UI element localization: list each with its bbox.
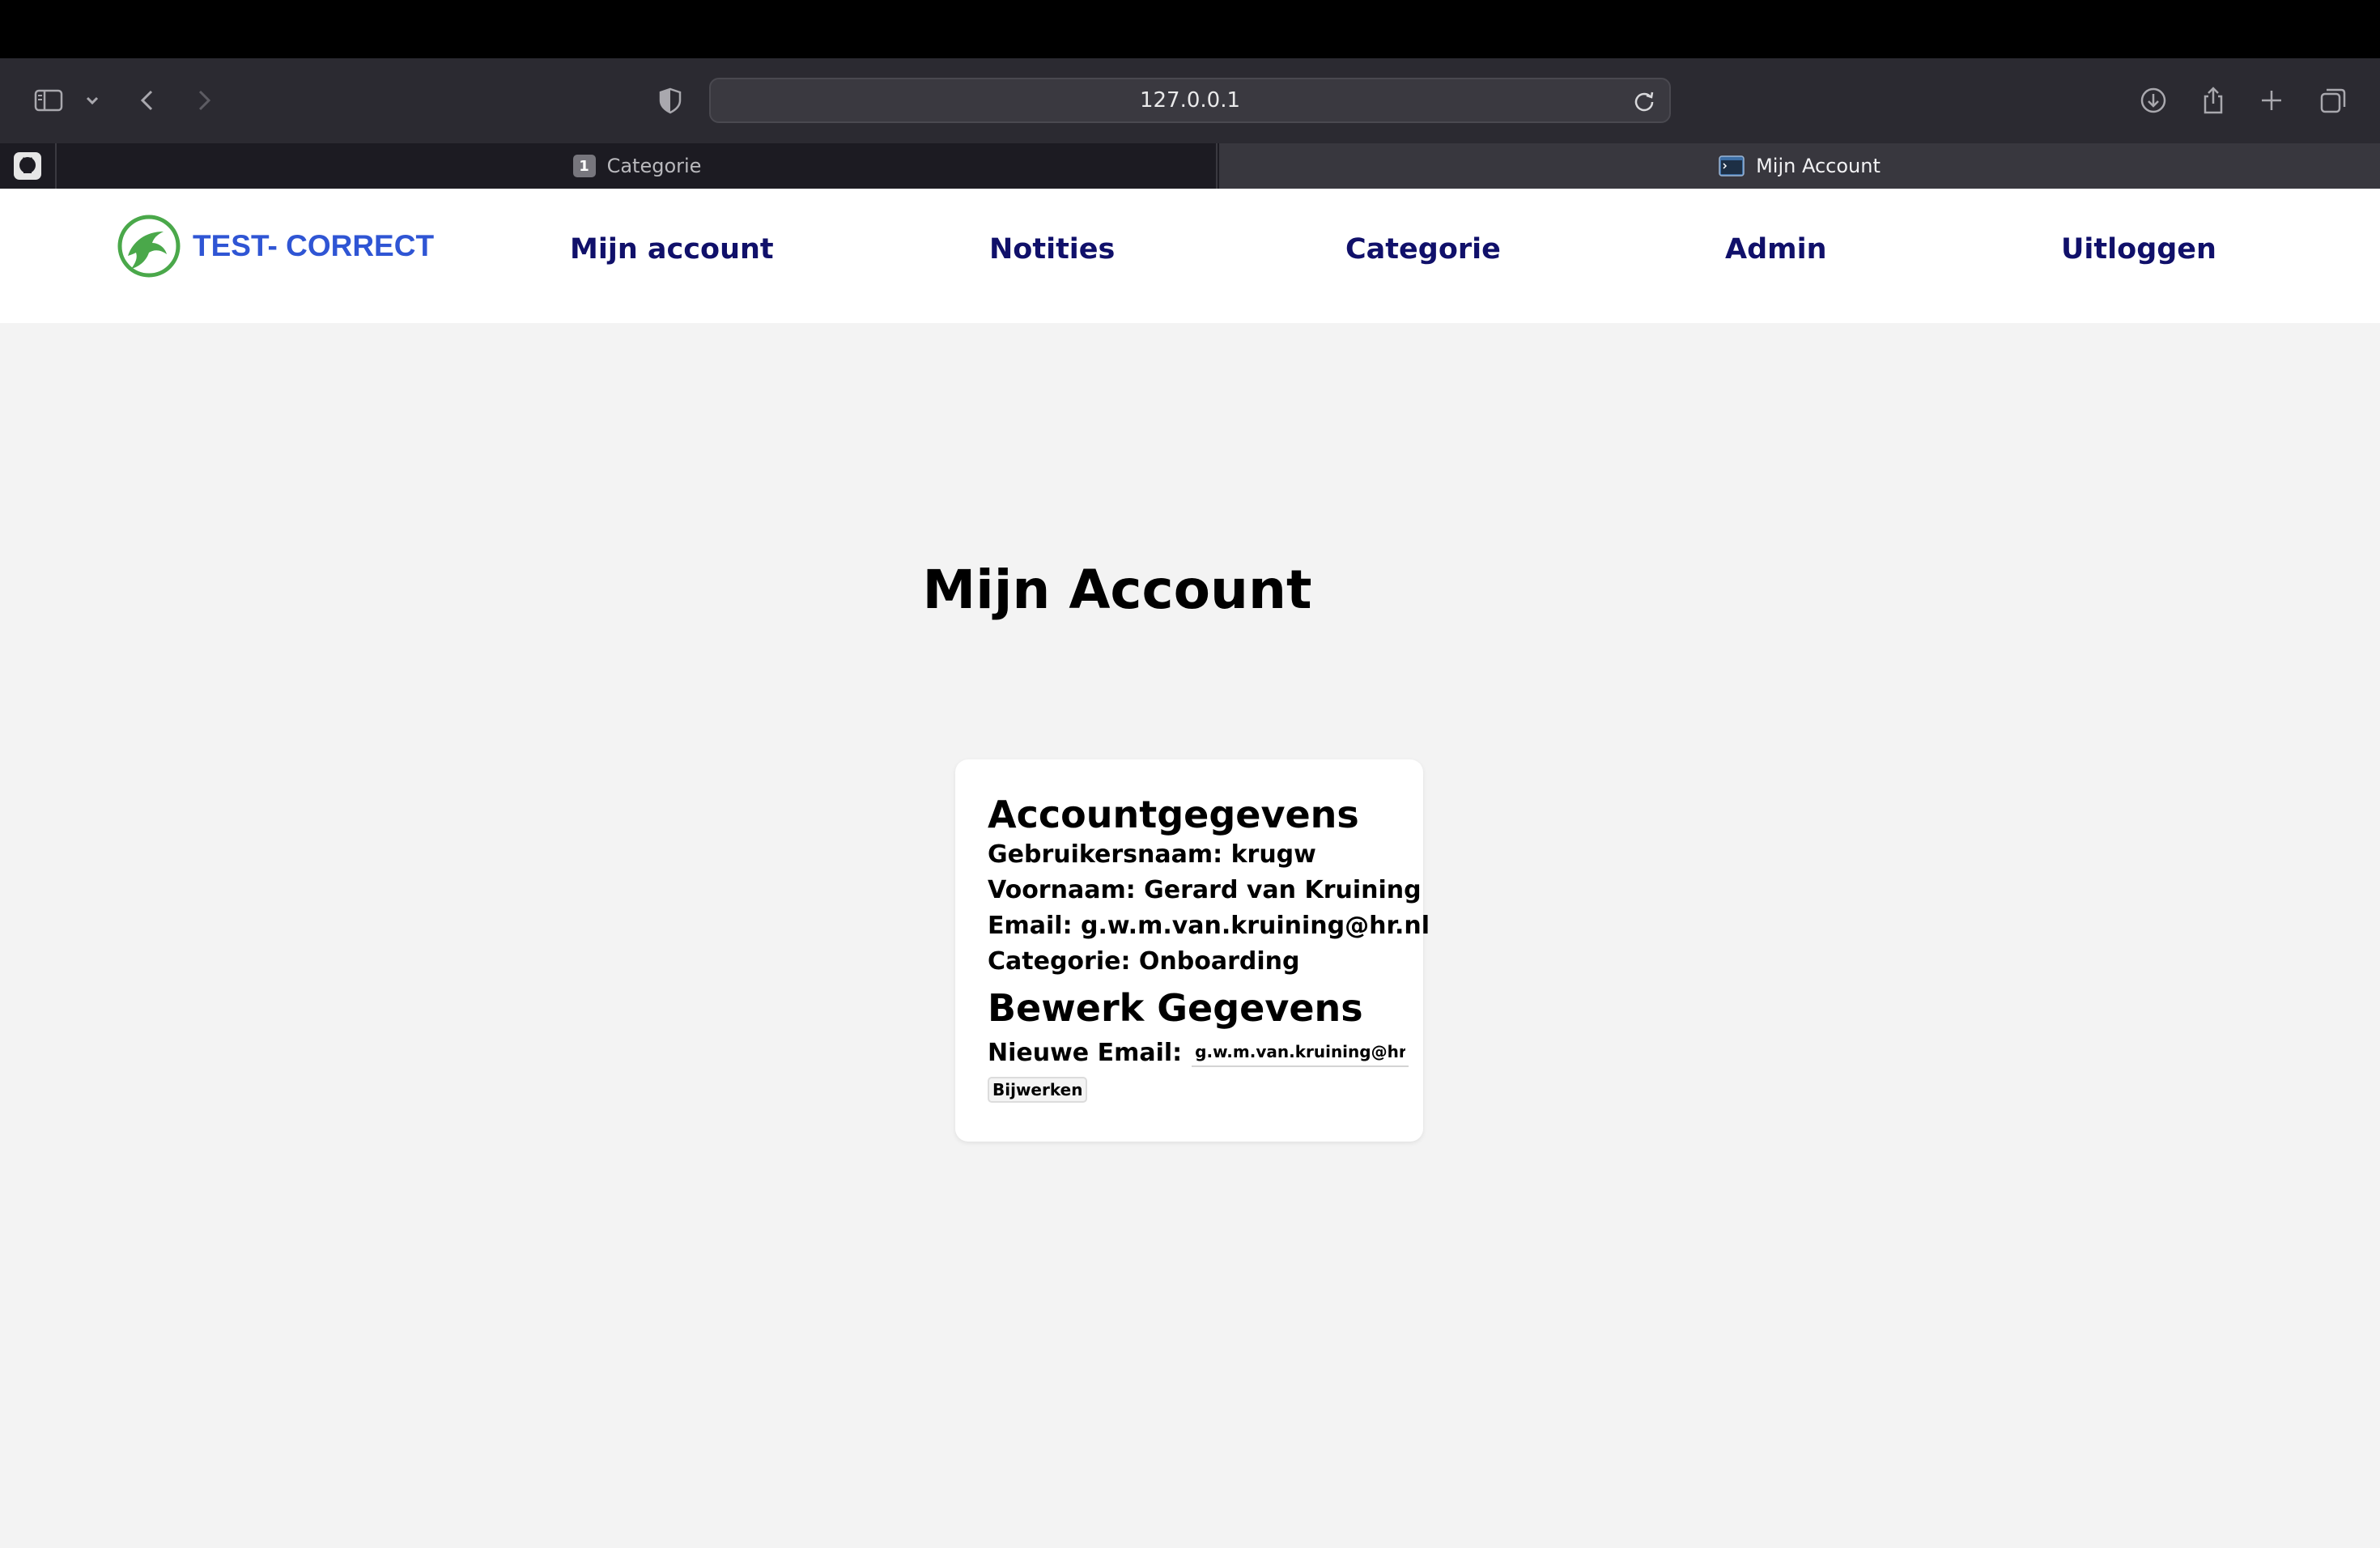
nav-categorie[interactable]: Categorie: [1345, 233, 1501, 266]
tab-mijn-account[interactable]: Mijn Account: [1219, 143, 2380, 189]
nav-admin[interactable]: Admin: [1725, 233, 1827, 266]
terminal-favicon-icon: [1719, 155, 1745, 176]
nav-mijn-account[interactable]: Mijn account: [570, 233, 774, 266]
reload-icon[interactable]: [1630, 87, 1658, 115]
forward-icon[interactable]: [185, 81, 223, 120]
site-logo[interactable]: TEST- CORRECT: [117, 212, 434, 280]
page-title: Mijn Account: [922, 559, 1312, 621]
account-details-heading: Accountgegevens: [988, 793, 1359, 836]
update-button[interactable]: Bijwerken: [988, 1077, 1088, 1103]
account-card: Accountgegevens Gebruikersnaam: krugw Vo…: [955, 759, 1430, 1142]
new-email-label: Nieuwe Email:: [988, 1038, 1183, 1067]
email-row: Email: g.w.m.van.kruining@hr.nl: [988, 912, 1430, 940]
back-icon[interactable]: [128, 81, 167, 120]
github-icon: [14, 152, 41, 180]
url-text: 127.0.0.1: [1139, 88, 1241, 113]
dolphin-logo-icon: [117, 215, 181, 278]
tab-categorie[interactable]: 1 Categorie: [58, 143, 1218, 189]
download-icon[interactable]: [2134, 81, 2173, 120]
tab-label: Mijn Account: [1756, 155, 1881, 177]
edit-details-heading: Bewerk Gegevens: [988, 986, 1363, 1030]
sidebar-icon[interactable]: [29, 81, 68, 120]
new-email-line: Nieuwe Email:: [988, 1035, 1423, 1070]
new-email-input[interactable]: [1192, 1038, 1409, 1067]
shield-icon[interactable]: [651, 81, 690, 120]
tab-badge: 1: [572, 155, 596, 177]
firstname-row: Voornaam: Gerard van Kruining: [988, 876, 1422, 904]
new-tab-icon[interactable]: [2252, 81, 2291, 120]
pinned-tab-github[interactable]: [0, 143, 57, 189]
chevron-down-icon[interactable]: [76, 81, 108, 120]
username-row: Gebruikersnaam: krugw: [988, 840, 1316, 869]
tab-label: Categorie: [606, 155, 702, 177]
address-bar[interactable]: 127.0.0.1: [709, 78, 1671, 123]
nav-notities[interactable]: Notities: [989, 233, 1115, 266]
screen-top-bar: [0, 0, 2380, 58]
tabs-overview-icon[interactable]: [2314, 81, 2352, 120]
share-icon[interactable]: [2194, 81, 2233, 120]
category-row: Categorie: Onboarding: [988, 947, 1300, 976]
nav-uitloggen[interactable]: Uitloggen: [2061, 233, 2216, 266]
logo-text: TEST- CORRECT: [193, 229, 435, 262]
